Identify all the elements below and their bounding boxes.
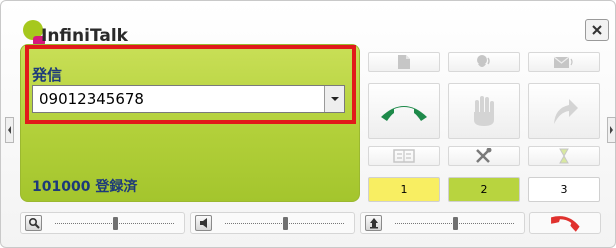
app-window: InfiniTalk 発信 09012345678 101000 登録済 1 2… bbox=[0, 0, 616, 248]
chevron-left-icon bbox=[8, 126, 11, 134]
line-1-label: 1 bbox=[400, 183, 408, 196]
envelope-icon bbox=[553, 56, 573, 68]
phone-answer-icon bbox=[381, 106, 427, 121]
hold-hand-icon bbox=[474, 96, 494, 126]
line-2-label: 2 bbox=[480, 183, 488, 196]
answer-call-button[interactable] bbox=[368, 83, 440, 139]
microphone-icon bbox=[369, 218, 378, 229]
close-icon bbox=[592, 25, 602, 35]
phonebook-icon bbox=[393, 149, 415, 163]
close-button[interactable] bbox=[585, 19, 609, 41]
hold-button[interactable] bbox=[448, 83, 520, 139]
speaker-icon bbox=[199, 218, 207, 228]
microphone-volume-slider[interactable] bbox=[360, 212, 525, 234]
transfer-arrow-icon bbox=[554, 99, 578, 124]
timer-button[interactable] bbox=[528, 146, 600, 166]
registration-status: 101000 登録済 bbox=[32, 179, 138, 195]
line-2-button[interactable]: 2 bbox=[448, 177, 520, 202]
zoom-slider-button[interactable] bbox=[25, 215, 42, 231]
search-icon bbox=[28, 217, 40, 229]
phonebook-button[interactable] bbox=[368, 146, 440, 166]
message-button[interactable] bbox=[528, 52, 600, 72]
collapse-right-handle[interactable] bbox=[607, 117, 616, 143]
memo-button[interactable] bbox=[368, 52, 440, 72]
hourglass-icon bbox=[559, 148, 569, 164]
speaker-volume-slider[interactable] bbox=[190, 212, 355, 234]
person-speaking-icon bbox=[477, 55, 490, 67]
transfer-button[interactable] bbox=[528, 83, 600, 139]
line-1-button[interactable]: 1 bbox=[368, 177, 440, 202]
line-3-button[interactable]: 3 bbox=[528, 177, 600, 202]
document-icon bbox=[398, 55, 410, 69]
line-3-label: 3 bbox=[560, 183, 568, 196]
tools-icon bbox=[476, 148, 492, 163]
hang-up-button[interactable] bbox=[529, 212, 601, 234]
speaker-slider-thumb[interactable] bbox=[282, 217, 288, 230]
microphone-slider-thumb[interactable] bbox=[452, 217, 458, 230]
zoom-slider-thumb[interactable] bbox=[112, 217, 118, 230]
voice-button[interactable] bbox=[448, 52, 520, 72]
speaker-mute-button[interactable] bbox=[195, 215, 212, 231]
microphone-mute-button[interactable] bbox=[365, 215, 382, 231]
chevron-right-icon bbox=[610, 126, 613, 134]
highlight-frame bbox=[25, 45, 356, 124]
collapse-left-handle[interactable] bbox=[5, 117, 14, 143]
phone-hangup-icon bbox=[551, 216, 580, 232]
zoom-slider[interactable] bbox=[20, 212, 185, 234]
settings-button[interactable] bbox=[448, 146, 520, 166]
app-title: InfiniTalk bbox=[41, 26, 128, 46]
